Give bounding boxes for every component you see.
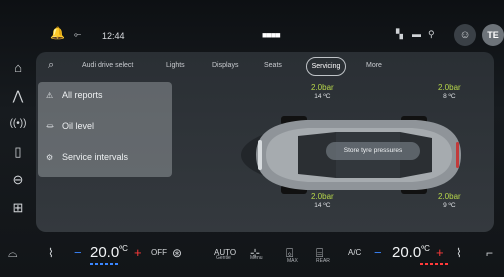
auto-mode-label: Gentle	[216, 255, 231, 261]
tab-more[interactable]: More	[366, 62, 382, 69]
tyre-temperature-value: 9 ºC	[443, 202, 456, 209]
tyre-pressure-value: 2.0bar	[438, 192, 461, 201]
fan-icon[interactable]: ⊛	[172, 246, 182, 260]
tab-audi-drive-select[interactable]: Audi drive select	[82, 62, 133, 69]
mmi-screen: 🔔 ⟜ 12:44 ■■■■ ▚ ▬ ⚲ ☺ TE ⌂ ⋀ ((•)) ▯ ⊖ …	[0, 0, 504, 277]
right-temp-increase-button[interactable]: +	[436, 245, 444, 260]
climate-bar: ⌓ ⌇ − 20.0ºC + OFF ⊛ AUTO Gentle ⊹ Menu …	[0, 236, 504, 277]
climate-menu-label: Menu	[250, 255, 263, 261]
tab-servicing[interactable]: Servicing	[306, 57, 346, 76]
seat-heating-left-icon[interactable]: ⌇	[48, 246, 54, 260]
right-temperature-value: 20.0	[392, 244, 422, 261]
tyre-pressure-value: 2.0bar	[438, 83, 461, 92]
tyre-rear-right: 2.0bar 9 ºC	[438, 192, 461, 209]
tab-bar: ⌕ Audi drive select Lights Displays Seat…	[36, 52, 494, 82]
temperature-unit: ºC	[421, 244, 430, 253]
tyre-front-left: 2.0bar 14 ºC	[311, 83, 334, 100]
oil-can-icon: ⏛	[46, 122, 54, 131]
menu-item-label: Oil level	[62, 121, 95, 131]
menu-item-oil-level[interactable]: ⏛ Oil level	[46, 121, 94, 137]
status-bar: 🔔 ⟜ 12:44 ■■■■ ▚ ▬ ⚲ ☺ TE	[40, 22, 504, 48]
user-profile-icon[interactable]: ☺	[454, 24, 476, 46]
left-temp-decrease-button[interactable]: −	[74, 245, 82, 260]
navigation-arrow-icon[interactable]: ⋀	[8, 86, 28, 106]
phone-icon[interactable]: ▯	[8, 142, 28, 162]
menu-item-all-reports[interactable]: ⚠ All reports	[46, 90, 103, 106]
phone-signal-icon: ▚	[396, 29, 403, 39]
left-temp-scale	[90, 263, 118, 265]
tyre-temperature-value: 8 ºC	[443, 93, 456, 100]
right-temp-decrease-button[interactable]: −	[374, 245, 382, 260]
left-navigation-rail: ⌂ ⋀ ((•)) ▯ ⊖ ⊞	[0, 52, 36, 232]
signal-icon: ⟜	[74, 29, 82, 39]
menu-item-service-intervals[interactable]: ⚙ Service intervals	[46, 152, 128, 168]
ac-button[interactable]: A/C	[348, 248, 361, 257]
left-temperature[interactable]: 20.0ºC	[90, 244, 128, 261]
location-pin-icon: ⚲	[428, 29, 435, 39]
climate-off-button[interactable]: OFF	[151, 248, 167, 257]
seat-ventilation-icon[interactable]: ⌐	[486, 246, 493, 260]
tyre-temperature-value: 14 ºC	[314, 202, 331, 209]
tyre-pressure-value: 2.0bar	[311, 192, 334, 201]
right-temp-scale	[420, 263, 448, 265]
car-icon[interactable]: ⊖	[8, 170, 28, 190]
tab-lights[interactable]: Lights	[166, 62, 185, 69]
seat-heating-right-icon[interactable]: ⌇	[456, 246, 462, 260]
left-temp-increase-button[interactable]: +	[134, 245, 142, 260]
menu-item-label: All reports	[62, 90, 103, 100]
max-defrost-label: MAX	[287, 258, 298, 264]
search-icon[interactable]: ⌕	[48, 59, 54, 72]
store-tyre-pressures-button[interactable]: Store tyre pressures	[326, 142, 420, 160]
clock: 12:44	[102, 31, 125, 41]
tyre-pressure-value: 2.0bar	[311, 83, 334, 92]
menu-item-label: Service intervals	[62, 152, 129, 162]
apps-grid-icon[interactable]: ⊞	[8, 198, 28, 218]
rear-defrost-label: REAR	[316, 258, 330, 264]
left-temperature-value: 20.0	[90, 244, 120, 261]
radio-icon[interactable]: ((•))	[8, 114, 28, 134]
temperature-unit: ºC	[119, 244, 128, 253]
notification-bell-icon[interactable]: 🔔	[50, 26, 65, 40]
tyre-pressure-view: 2.0bar 14 ºC 2.0bar 8 ºC 2.0bar 14 ºC 2.…	[186, 80, 486, 230]
car-settings-panel: ⌕ Audi drive select Lights Displays Seat…	[36, 52, 494, 232]
heated-steering-icon[interactable]: ⌓	[8, 246, 18, 261]
tab-displays[interactable]: Displays	[212, 62, 238, 69]
warning-icon: ⚠	[46, 91, 54, 100]
tyre-rear-left: 2.0bar 14 ºC	[311, 192, 334, 209]
service-icon: ⚙	[46, 153, 54, 162]
tyre-front-right: 2.0bar 8 ºC	[438, 83, 461, 100]
battery-icon: ▬	[412, 29, 421, 39]
tab-seats[interactable]: Seats	[264, 62, 282, 69]
page-indicator: ■■■■	[262, 30, 281, 40]
tyre-temperature-value: 14 ºC	[314, 93, 331, 100]
home-icon[interactable]: ⌂	[8, 58, 28, 78]
right-temperature[interactable]: 20.0ºC	[392, 244, 430, 261]
avatar[interactable]: TE	[482, 24, 504, 46]
